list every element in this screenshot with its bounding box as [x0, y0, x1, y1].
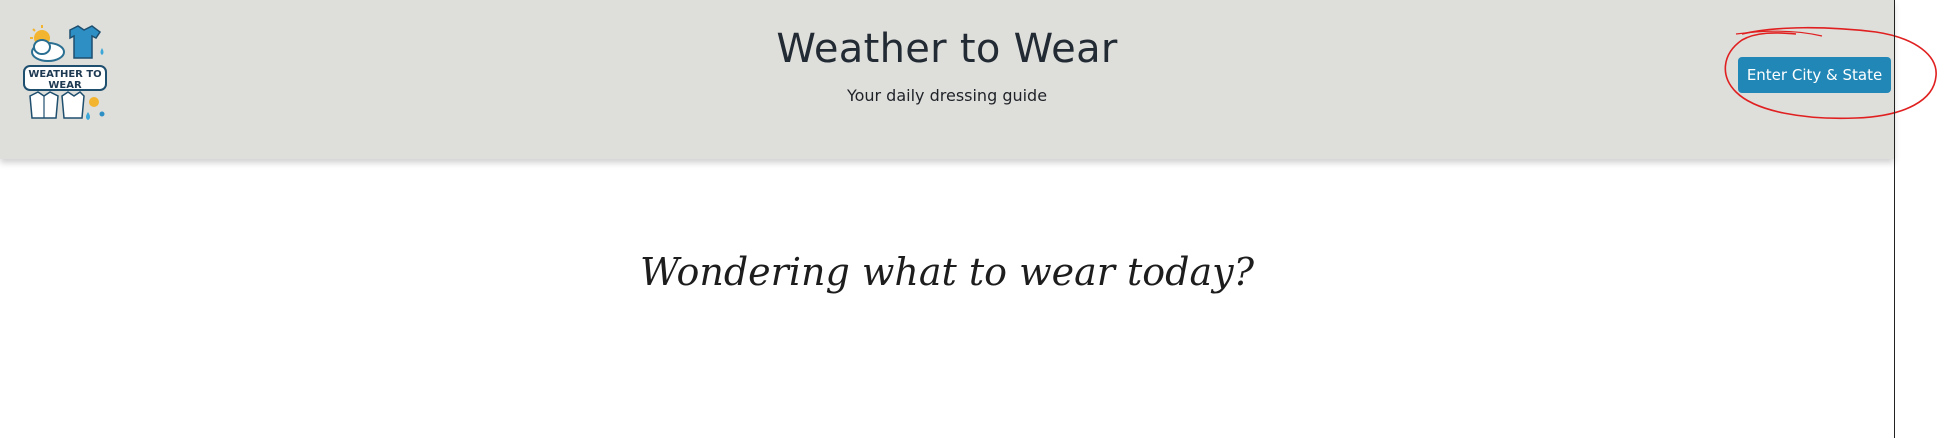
app-title: Weather to Wear — [776, 26, 1118, 72]
enter-city-state-button[interactable]: Enter City & State — [1738, 57, 1891, 93]
app-subtitle: Your daily dressing guide — [846, 86, 1048, 105]
app-header: WEATHER TO WEAR Weather to Wear Your dai… — [0, 0, 1894, 159]
window-edge-divider — [1894, 0, 1895, 438]
page: WEATHER TO WEAR Weather to Wear Your dai… — [0, 0, 1938, 438]
hero-tagline: Wondering what to wear today? — [640, 250, 1254, 294]
